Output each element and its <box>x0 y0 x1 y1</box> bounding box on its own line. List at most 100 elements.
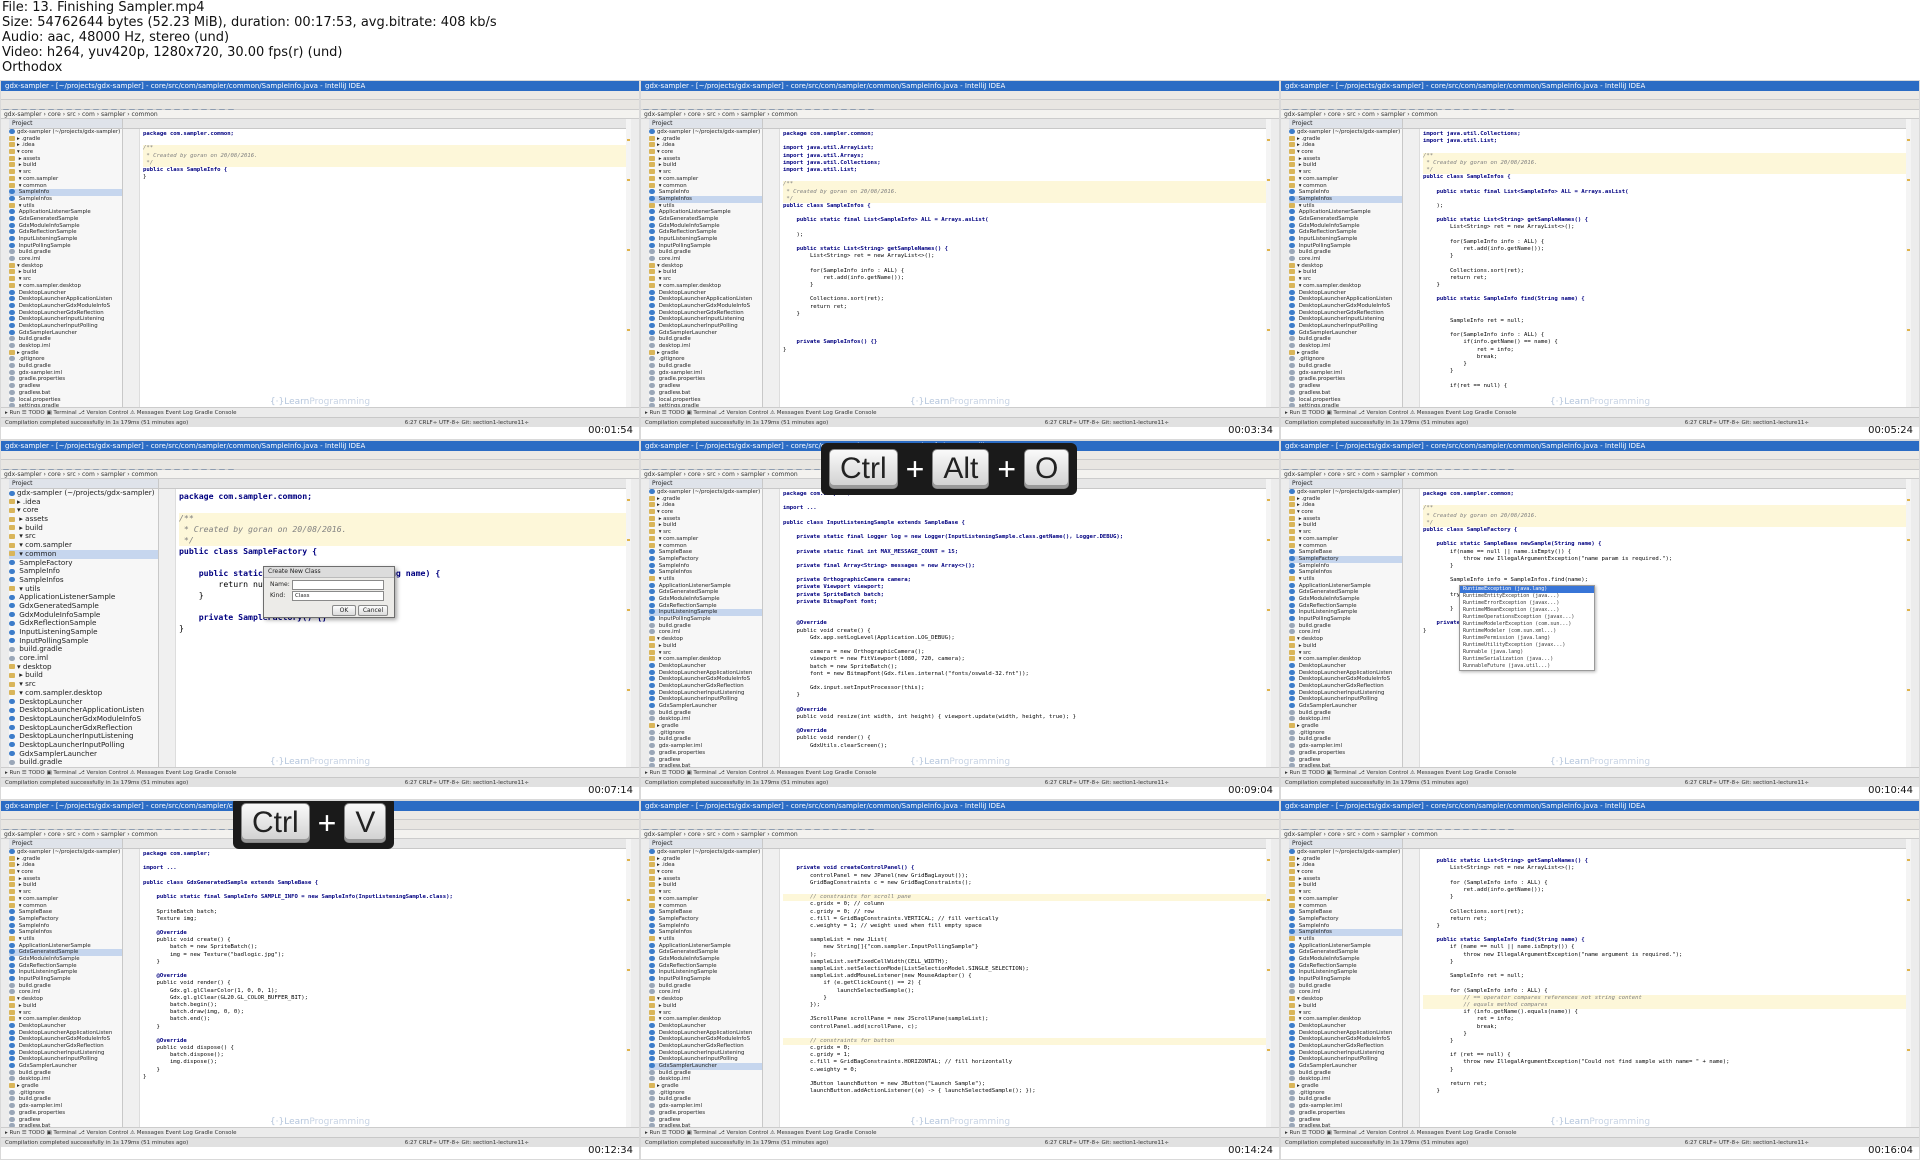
project-tree-item[interactable]: build.gradle <box>9 1096 122 1103</box>
project-tree-item[interactable]: DesktopLauncherGdxReflection <box>9 1042 122 1050</box>
project-tree-item[interactable]: core.iml <box>649 629 762 636</box>
code-completion-popup[interactable]: RuntimeException (java.lang) RuntimeEntit… <box>1459 585 1595 671</box>
navigation-breadcrumb[interactable]: gdx-sampler › core › src › com › sampler… <box>1281 470 1919 479</box>
project-tree-item[interactable]: build.gradle <box>649 249 762 256</box>
project-tree-item[interactable]: InputListeningSample <box>1289 236 1402 243</box>
project-tree-item[interactable]: ▾ utils <box>649 202 762 210</box>
project-tree-item[interactable]: GdxSamplerLauncher <box>1289 329 1402 337</box>
project-tree-item[interactable]: DesktopLauncherInputPolling <box>649 1056 762 1063</box>
project-tree-item[interactable]: InputPollingSample <box>649 976 762 983</box>
project-tree-item[interactable]: ApplicationListenerSample <box>1289 942 1402 950</box>
project-tree-item[interactable]: DesktopLauncherInputPolling <box>649 696 762 703</box>
project-tree-item[interactable]: GdxReflectionSample <box>1289 229 1402 236</box>
project-tree-item[interactable]: ▾ src <box>1289 529 1402 536</box>
project-tree-item[interactable]: ▾ com.sampler.desktop <box>649 656 762 663</box>
project-tree-item[interactable]: ▸ gradle <box>9 349 122 357</box>
project-tree-item[interactable]: ▾ desktop <box>1289 636 1402 643</box>
bottom-tool-buttons[interactable]: ▸ Run ☰ TODO ▣ Terminal ⎇ Version Contro… <box>641 407 1279 417</box>
project-tree-item[interactable]: InputListeningSample <box>649 236 762 243</box>
project-tree-item[interactable]: build.gradle <box>1289 736 1402 743</box>
project-tree-item[interactable]: ▸ build <box>649 642 762 650</box>
project-tree-item[interactable]: DesktopLauncherApplicationListen <box>649 1029 762 1037</box>
code-text[interactable]: private void createControlPanel() { cont… <box>783 851 1266 1095</box>
project-tree-item[interactable]: GdxReflectionSample <box>1289 962 1402 970</box>
project-tree-item[interactable]: InputListeningSample <box>649 969 762 976</box>
project-tree-item[interactable]: InputListeningSample <box>1289 969 1402 976</box>
project-tree-item[interactable]: GdxSamplerLauncher <box>649 1063 762 1070</box>
project-tree-item[interactable]: ▸ .gradle <box>1289 855 1402 863</box>
project-tree-item[interactable]: ▾ src <box>1289 276 1402 283</box>
project-tree-item[interactable]: ApplicationListenerSample <box>9 942 122 950</box>
project-tree-item[interactable]: DesktopLauncher <box>1289 289 1402 297</box>
project-tree-item[interactable]: gradle.properties <box>9 1109 122 1117</box>
project-tree-item[interactable]: DesktopLauncherInputPolling <box>1289 322 1402 330</box>
project-tree-item[interactable]: desktop.iml <box>649 716 762 723</box>
project-tree-item[interactable]: local.properties <box>1289 396 1402 404</box>
project-tree-item[interactable]: InputPollingSample <box>1289 616 1402 623</box>
project-tree-item[interactable]: ▾ core <box>1289 869 1402 876</box>
project-tree-item[interactable]: ▾ src <box>1289 649 1402 657</box>
project-tree-item[interactable]: DesktopLauncherInputListening <box>649 316 762 323</box>
project-tree-item[interactable]: build.gradle <box>1289 1069 1402 1077</box>
right-tool-strip[interactable] <box>1270 479 1279 767</box>
project-tree-item[interactable]: SampleInfos <box>9 929 122 936</box>
project-tree-item[interactable]: build.gradle <box>1289 622 1402 630</box>
project-tree-item[interactable]: gdx-sampler (~/projects/gdx-sampler) <box>9 489 158 498</box>
project-tree-item[interactable]: ▾ desktop <box>649 996 762 1003</box>
project-tree-item[interactable]: ▸ .gradle <box>649 135 762 143</box>
right-tool-strip[interactable] <box>1270 839 1279 1127</box>
project-tree-item[interactable]: DesktopLauncherGdxModuleInfoS <box>9 302 122 310</box>
project-tree-item[interactable]: ▸ .gradle <box>9 135 122 143</box>
project-tree-item[interactable]: gdx-sampler.iml <box>649 1103 762 1110</box>
project-tree-item[interactable]: DesktopLauncher <box>1289 1022 1402 1030</box>
project-tree-item[interactable]: gradle.properties <box>1289 1109 1402 1117</box>
project-tree-item[interactable]: ▾ core <box>649 149 762 156</box>
navigation-breadcrumb[interactable]: gdx-sampler › core › src › com › sampler… <box>1 470 639 479</box>
project-tree-item[interactable]: DesktopLauncherApplicationListen <box>9 706 158 715</box>
project-tree-item[interactable]: gradlew <box>1289 383 1402 390</box>
project-tree-item[interactable]: InputPollingSample <box>9 976 122 983</box>
project-tree-item[interactable]: SampleInfos <box>649 195 762 203</box>
project-tree-item[interactable]: core.iml <box>1289 629 1402 636</box>
project-tree-item[interactable]: DesktopLauncherInputListening <box>9 1049 122 1057</box>
project-tree-item[interactable]: ▾ src <box>9 169 122 176</box>
project-tree-item[interactable]: GdxGeneratedSample <box>9 949 122 956</box>
project-tree-item[interactable]: ▾ desktop <box>649 262 762 270</box>
project-tree-item[interactable]: GdxReflectionSample <box>1289 602 1402 610</box>
project-tree-item[interactable]: InputListeningSample <box>1289 609 1402 616</box>
project-tree-item[interactable]: GdxGeneratedSample <box>649 215 762 223</box>
project-tree-item[interactable]: ▾ com.sampler <box>9 175 122 183</box>
project-tree-item[interactable]: ▾ src <box>649 649 762 657</box>
project-tree-item[interactable]: ApplicationListenerSample <box>649 582 762 590</box>
project-tree-item[interactable]: ▾ utils <box>9 585 158 594</box>
project-tree-item[interactable]: gdx-sampler (~/projects/gdx-sampler) <box>649 849 762 856</box>
project-tree-item[interactable]: DesktopLauncherGdxModuleInfoS <box>649 676 762 683</box>
project-tree-item[interactable]: build.gradle <box>9 336 122 343</box>
project-tree-item[interactable]: ▸ gradle <box>1289 723 1402 730</box>
project-tree-item[interactable]: ApplicationListenerSample <box>649 209 762 216</box>
project-tree-item[interactable]: ▸ build <box>1289 162 1402 169</box>
project-tree-item[interactable]: ▸ build <box>1289 269 1402 276</box>
project-tree-item[interactable]: gradlew.bat <box>1289 389 1402 397</box>
project-tree-item[interactable]: ▾ src <box>649 529 762 536</box>
project-tree-item[interactable]: DesktopLauncherGdxModuleInfoS <box>649 302 762 310</box>
project-tree-item[interactable]: ▾ com.sampler <box>9 541 158 550</box>
project-tree-item[interactable]: GdxReflectionSample <box>9 962 122 970</box>
project-tree-item[interactable]: ▾ com.sampler <box>9 895 122 903</box>
project-tree-item[interactable]: InputPollingSample <box>649 616 762 623</box>
bottom-tool-buttons[interactable]: ▸ Run ☰ TODO ▣ Terminal ⎇ Version Contro… <box>1 407 639 417</box>
project-tree-item[interactable]: gradle.properties <box>649 1109 762 1117</box>
project-tree-item[interactable]: DesktopLauncherGdxReflection <box>649 1042 762 1050</box>
project-tree-item[interactable]: DesktopLauncherGdxReflection <box>9 309 122 317</box>
project-tree-item[interactable]: local.properties <box>649 396 762 404</box>
project-tree-item[interactable]: core.iml <box>649 989 762 996</box>
project-tree-item[interactable]: ▸ build <box>1289 1002 1402 1010</box>
project-tree-item[interactable]: ▸ .idea <box>649 502 762 509</box>
project-tree-item[interactable]: ▾ com.sampler.desktop <box>9 282 122 290</box>
project-tree-item[interactable]: ▸ build <box>649 162 762 169</box>
project-tree-item[interactable]: ▸ gradle <box>1289 349 1402 357</box>
project-tree-item[interactable]: gradlew.bat <box>649 389 762 397</box>
project-tree-item[interactable]: gdx-sampler (~/projects/gdx-sampler) <box>1289 849 1402 856</box>
project-tree-item[interactable]: ▾ common <box>1289 182 1402 190</box>
project-tree-item[interactable]: GdxGeneratedSample <box>1289 589 1402 596</box>
